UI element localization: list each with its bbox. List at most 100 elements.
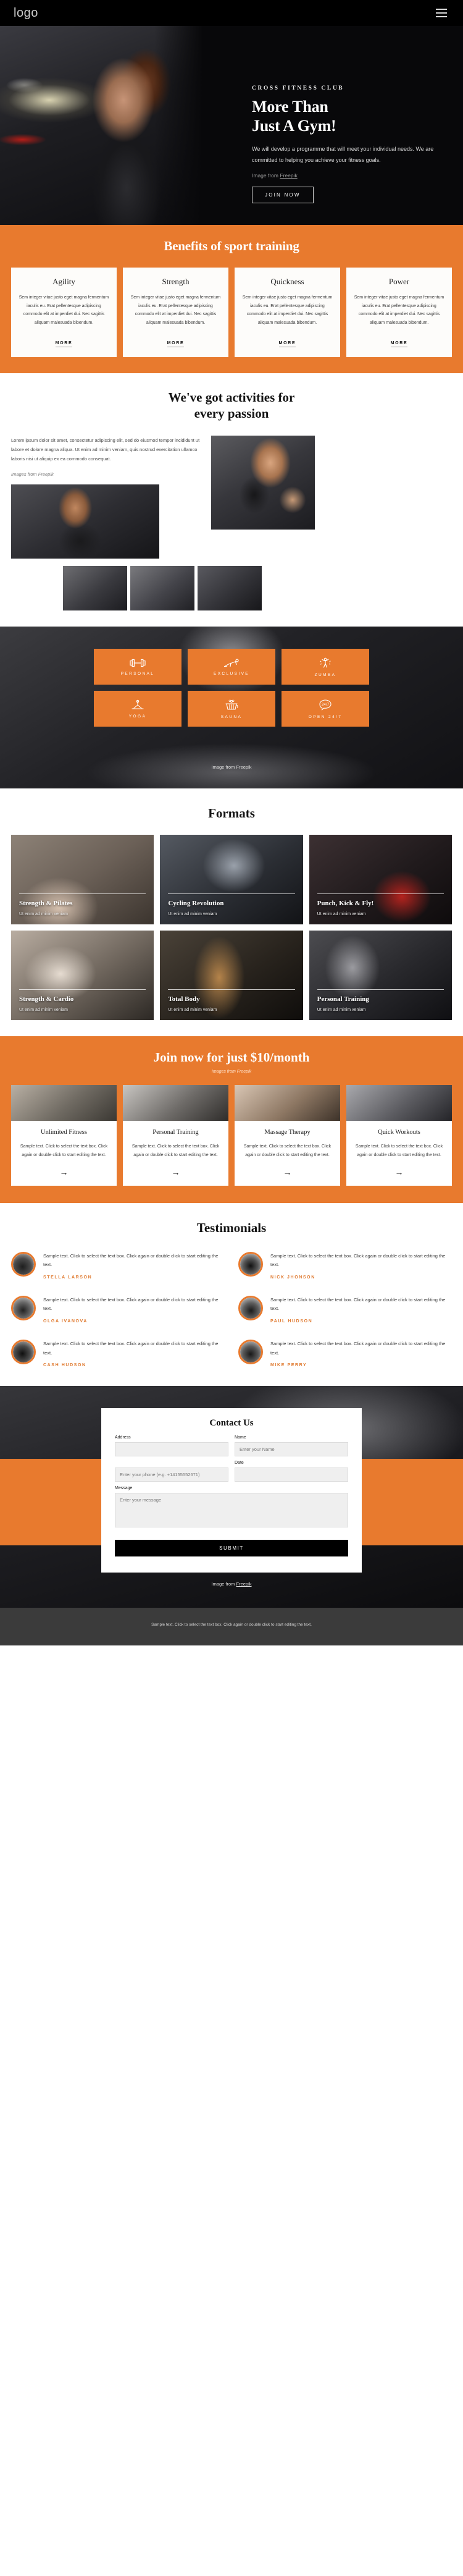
service-tile-personal[interactable]: PERSONAL (94, 649, 181, 685)
contact-heading: Contact Us (209, 1418, 254, 1429)
testimonial-author: STELLA LARSON (43, 1275, 93, 1280)
arrow-right-icon[interactable]: → (240, 1168, 335, 1176)
activity-thumbnail[interactable] (198, 566, 262, 611)
benefit-card-body: Sem integer vitae justo eget magna ferme… (19, 295, 109, 325)
arrow-right-icon[interactable]: → (352, 1168, 446, 1176)
testimonial-text: Sample text. Click to select the text bo… (270, 1341, 446, 1356)
testimonials-grid: Sample text. Click to select the text bo… (11, 1251, 452, 1367)
date-input[interactable] (235, 1467, 348, 1482)
testimonial-item: Sample text. Click to select the text bo… (238, 1295, 452, 1324)
benefits-section: Benefits of sport training Agility Sem i… (0, 225, 463, 373)
benefit-card[interactable]: Strength Sem integer vitae justo eget ma… (123, 268, 228, 357)
benefit-card-title: Strength (162, 277, 190, 286)
activities-photo-man (11, 484, 159, 559)
pricing-card-image (346, 1085, 452, 1121)
address-input[interactable] (115, 1442, 228, 1457)
hero-credit-prefix: Image from (252, 172, 280, 179)
plank-exercise-icon (223, 659, 239, 667)
benefit-more-link[interactable]: MORE (390, 341, 408, 347)
pricing-card-body: Massage Therapy Sample text. Click to se… (235, 1121, 340, 1185)
service-tile-zumba[interactable]: ZUMBA (282, 649, 369, 685)
name-label: Name (235, 1435, 246, 1440)
pricing-card-text: Sample text. Click to select the text bo… (355, 1144, 443, 1157)
service-tile-sauna[interactable]: SAUNA (188, 691, 275, 727)
contact-credit-link[interactable]: Freepik (236, 1581, 252, 1587)
pricing-card[interactable]: Unlimited Fitness Sample text. Click to … (11, 1085, 117, 1186)
formats-heading: Formats (208, 806, 255, 821)
benefit-more-link[interactable]: MORE (55, 341, 73, 347)
format-card-subtitle: Ut enim ad minim veniam (317, 912, 366, 917)
benefit-card[interactable]: Agility Sem integer vitae justo eget mag… (11, 268, 117, 357)
format-card[interactable]: Personal Training Ut enim ad minim venia… (309, 931, 452, 1021)
format-card[interactable]: Strength & Cardio Ut enim ad minim venia… (11, 931, 154, 1021)
svg-text:24/7: 24/7 (322, 703, 330, 707)
testimonial-body: Sample text. Click to select the text bo… (43, 1340, 225, 1367)
testimonial-text: Sample text. Click to select the text bo… (270, 1296, 446, 1312)
contact-form-row-1: Address Name (115, 1435, 348, 1461)
format-card-title: Cycling Revolution (168, 900, 224, 908)
activities-text-column: Lorem ipsum dolor sit amet, consectetur … (11, 436, 202, 559)
format-card-body: Punch, Kick & Fly! Ut enim ad minim veni… (317, 893, 444, 916)
arrow-right-icon[interactable]: → (128, 1168, 223, 1176)
format-card-rule (19, 989, 146, 990)
site-logo[interactable]: logo (14, 6, 38, 20)
benefit-more-link[interactable]: MORE (278, 341, 296, 347)
benefit-card[interactable]: Quickness Sem integer vitae justo eget m… (235, 268, 340, 357)
format-card-title: Strength & Cardio (19, 995, 74, 1003)
hero-title-line-1: More Than (252, 98, 328, 116)
address-label: Address (115, 1435, 131, 1440)
pricing-card-title: Quick Workouts (378, 1129, 420, 1136)
hamburger-menu-icon[interactable] (433, 6, 449, 20)
format-card-subtitle: Ut enim ad minim veniam (168, 912, 217, 917)
pricing-card[interactable]: Quick Workouts Sample text. Click to sel… (346, 1085, 452, 1186)
name-input[interactable] (235, 1442, 348, 1457)
format-card-body: Personal Training Ut enim ad minim venia… (317, 989, 444, 1012)
pricing-card[interactable]: Personal Training Sample text. Click to … (123, 1085, 228, 1186)
activity-thumbnail[interactable] (130, 566, 194, 611)
avatar-photo (13, 1253, 34, 1275)
service-tile-open-24-7[interactable]: 24/7 OPEN 24/7 (282, 691, 369, 727)
message-textarea[interactable] (115, 1493, 348, 1528)
format-card[interactable]: Total Body Ut enim ad minim veniam (160, 931, 303, 1021)
activities-image-credit: Images from Freepik (11, 471, 54, 478)
pricing-card-grid: Unlimited Fitness Sample text. Click to … (11, 1085, 452, 1186)
join-now-button[interactable]: JOIN NOW (252, 187, 314, 204)
testimonial-text: Sample text. Click to select the text bo… (43, 1252, 219, 1268)
activity-thumbnail[interactable] (63, 566, 127, 611)
avatar-photo (240, 1341, 261, 1363)
format-card-title: Total Body (168, 995, 200, 1003)
benefit-card[interactable]: Power Sem integer vitae justo eget magna… (346, 268, 452, 357)
burger-line (436, 9, 447, 10)
testimonial-item: Sample text. Click to select the text bo… (11, 1340, 225, 1367)
testimonial-author: CASH HUDSON (43, 1363, 86, 1368)
service-tile-label: OPEN 24/7 (308, 714, 343, 719)
benefit-more-link[interactable]: MORE (167, 341, 185, 347)
submit-button[interactable]: SUBMIT (115, 1540, 348, 1557)
sauna-bucket-icon (225, 699, 238, 710)
format-card[interactable]: Cycling Revolution Ut enim ad minim veni… (160, 835, 303, 925)
service-tile-label: YOGA (128, 714, 147, 719)
service-tile-label: SAUNA (220, 714, 243, 719)
top-navigation-bar: logo (0, 0, 463, 26)
format-card[interactable]: Strength & Pilates Ut enim ad minim veni… (11, 835, 154, 925)
phone-input[interactable] (115, 1467, 228, 1482)
services-image-credit: Image from Freepik (211, 764, 252, 771)
hero-credit-link[interactable]: Freepik (280, 172, 297, 179)
format-card[interactable]: Punch, Kick & Fly! Ut enim ad minim veni… (309, 835, 452, 925)
service-tile-yoga[interactable]: YOGA (94, 691, 181, 727)
testimonials-section: Testimonials Sample text. Click to selec… (0, 1202, 463, 1387)
benefits-card-grid: Agility Sem integer vitae justo eget mag… (11, 268, 452, 357)
pricing-card-title: Personal Training (152, 1129, 199, 1136)
format-card-rule (168, 893, 295, 895)
testimonial-body: Sample text. Click to select the text bo… (43, 1296, 225, 1324)
testimonial-author: NICK JHONSON (270, 1275, 315, 1280)
format-card-body: Total Body Ut enim ad minim veniam (168, 989, 295, 1013)
activities-photo-woman (211, 436, 315, 530)
activities-heading-line-2: every passion (194, 406, 269, 421)
arrow-right-icon[interactable]: → (17, 1168, 111, 1176)
service-tile-exclusive[interactable]: EXCLUSIVE (188, 649, 275, 685)
format-card-subtitle: Ut enim ad minim veniam (168, 1008, 217, 1013)
pricing-card[interactable]: Massage Therapy Sample text. Click to se… (235, 1085, 340, 1186)
format-card-rule (168, 989, 295, 990)
footer-text: Sample text. Click to select the text bo… (151, 1623, 312, 1628)
